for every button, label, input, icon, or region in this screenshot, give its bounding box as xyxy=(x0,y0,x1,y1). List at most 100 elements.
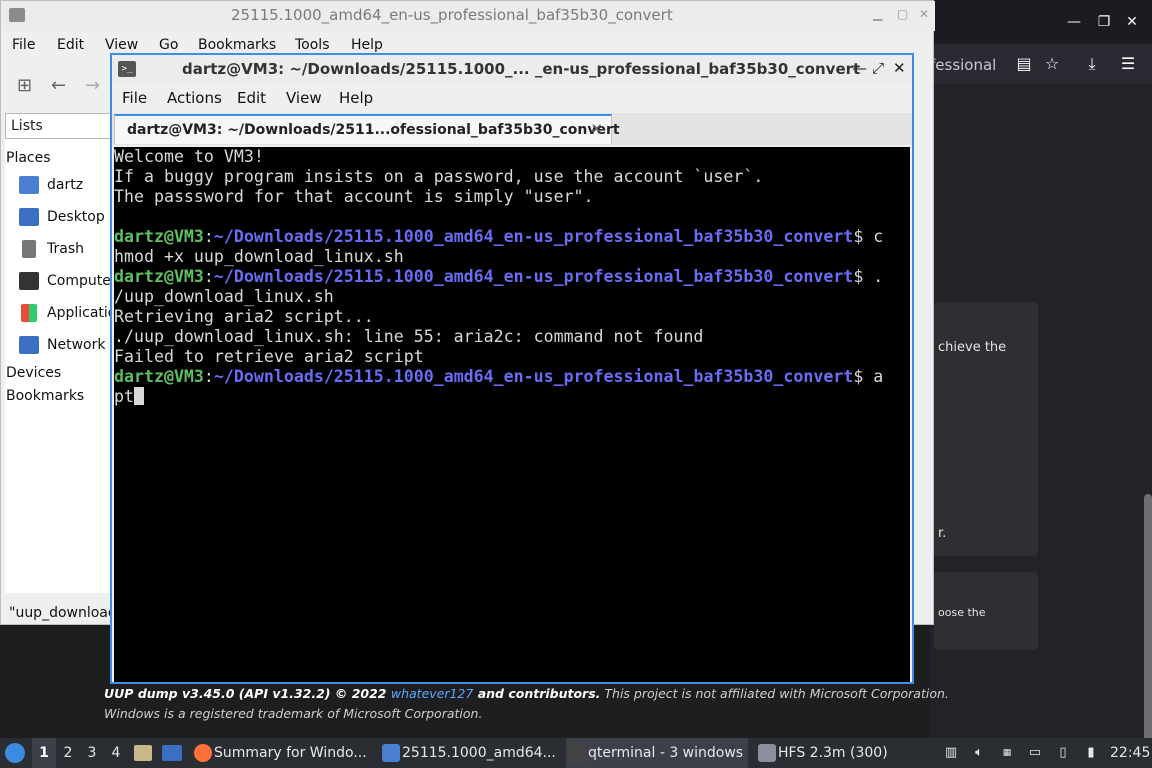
terminal-icon: >_ xyxy=(118,61,136,77)
hfs-icon xyxy=(758,744,776,762)
reader-view-icon[interactable]: ▤ xyxy=(1014,54,1034,74)
sidebar-item-dartz[interactable]: dartz xyxy=(19,176,83,200)
task-qterminal[interactable]: qterminal - 3 windows xyxy=(566,738,748,768)
desktop-icon xyxy=(19,208,39,226)
volume-icon[interactable]: 🔈︎ xyxy=(970,744,988,762)
minimize-icon[interactable]: — xyxy=(1064,12,1084,32)
menu-edit[interactable]: Edit xyxy=(57,37,84,53)
sidebar-item-label: Network xyxy=(47,337,106,353)
sidebar-item-label: Desktop xyxy=(47,209,105,225)
bookmark-star-icon[interactable]: ☆ xyxy=(1042,54,1062,74)
maximize-icon[interactable]: ⤢ xyxy=(872,59,884,77)
workspace-3[interactable]: 3 xyxy=(80,738,104,768)
start-menu-icon[interactable] xyxy=(5,738,27,768)
browser-content: chieve the r. oose the xyxy=(930,84,1152,768)
menu-icon[interactable]: ☰ xyxy=(1118,54,1138,74)
menu-go[interactable]: Go xyxy=(159,37,178,53)
command-text: /uup_download_linux.sh xyxy=(114,287,334,306)
file-manager-sidebar: Lists Places dartz Desktop Trash Compute… xyxy=(5,113,133,593)
workspace-1[interactable]: 1 xyxy=(32,738,56,768)
menu-view[interactable]: View xyxy=(105,37,138,53)
computer-icon xyxy=(19,272,39,290)
motd-line: The passsword for that account is simply… xyxy=(114,187,594,206)
command-text: a xyxy=(863,367,884,386)
prompt-user: dartz@VM3 xyxy=(114,227,204,246)
terminal-tabbar: dartz@VM3: ~/Downloads/2511...ofessional… xyxy=(112,113,912,145)
output-line: Retrieving aria2 script... xyxy=(114,307,374,326)
sidebar-item-trash[interactable]: Trash xyxy=(19,240,84,264)
task-file-manager[interactable]: 25115.1000_amd64... xyxy=(380,738,562,768)
menu-bookmarks[interactable]: Bookmarks xyxy=(198,37,276,53)
tab-label: dartz@VM3: ~/Downloads/2511...ofessional… xyxy=(127,122,620,138)
menu-edit[interactable]: Edit xyxy=(237,89,266,107)
clipboard-icon[interactable]: ▥ xyxy=(942,744,960,762)
forward-arrow-icon[interactable]: → xyxy=(85,75,100,96)
command-text: c xyxy=(863,227,884,246)
menu-file[interactable]: File xyxy=(122,89,147,107)
sidebar-item-computer[interactable]: Computer xyxy=(19,272,117,296)
minimize-icon[interactable]: ▁ xyxy=(873,7,882,21)
terminal-menubar: File Actions Edit View Help xyxy=(112,85,912,111)
firefox-icon xyxy=(194,744,212,762)
content-card: chieve the r. xyxy=(934,302,1038,556)
task-label: qterminal - 3 windows xyxy=(588,745,744,761)
terminal-screen[interactable]: Welcome to VM3! If a buggy program insis… xyxy=(114,147,910,682)
download-icon[interactable]: ⤓ xyxy=(1082,54,1102,74)
menu-help[interactable]: Help xyxy=(351,37,383,53)
new-tab-icon[interactable]: ⊞ xyxy=(17,75,32,96)
disk-indicator-icon[interactable]: ▦ xyxy=(998,744,1016,762)
task-label: HFS 2.3m (300) xyxy=(778,745,888,761)
status-bar-text: "uup_download xyxy=(9,605,117,621)
prompt-path: ~/Downloads/25115.1000_amd64_en-us_profe… xyxy=(213,267,854,286)
terminal-output: Welcome to VM3! If a buggy program insis… xyxy=(114,147,884,406)
maximize-icon[interactable]: ▢ xyxy=(897,7,908,21)
terminal-titlebar: >_ dartz@VM3: ~/Downloads/25115.1000_...… xyxy=(112,55,912,83)
task-firefox[interactable]: Summary for Windo... xyxy=(192,738,374,768)
sidebar-mode-combo[interactable]: Lists xyxy=(5,113,113,139)
terminal-icon xyxy=(568,744,586,762)
terminal-tab[interactable]: dartz@VM3: ~/Downloads/2511...ofessional… xyxy=(114,114,620,144)
command-input: pt xyxy=(114,387,134,406)
card-text: r. xyxy=(938,526,947,541)
notes-icon[interactable]: ▯ xyxy=(1054,744,1072,762)
clock[interactable]: 22:45 xyxy=(1110,738,1150,768)
close-icon[interactable]: ✕ xyxy=(919,7,929,21)
minimize-icon[interactable]: — xyxy=(852,59,867,77)
scrollbar[interactable] xyxy=(1144,494,1152,768)
maximize-icon[interactable]: ❐ xyxy=(1094,12,1114,32)
menu-view[interactable]: View xyxy=(286,89,322,107)
prompt-path: ~/Downloads/25115.1000_amd64_en-us_profe… xyxy=(213,227,854,246)
menu-file[interactable]: File xyxy=(12,37,35,53)
command-text: hmod +x uup_download_linux.sh xyxy=(114,247,404,266)
url-bar[interactable]: fessional xyxy=(930,52,1000,78)
file-manager-launcher-icon[interactable] xyxy=(134,738,154,768)
workspace-2[interactable]: 2 xyxy=(56,738,80,768)
menu-help[interactable]: Help xyxy=(339,89,373,107)
home-folder-icon xyxy=(19,176,39,194)
bookmarks-heading: Bookmarks xyxy=(6,388,85,404)
workspace-4[interactable]: 4 xyxy=(104,738,128,768)
task-label: Summary for Windo... xyxy=(214,745,367,761)
network-tray-icon[interactable]: ▭ xyxy=(1026,744,1044,762)
prompt-user: dartz@VM3 xyxy=(114,367,204,386)
battery-icon[interactable]: ▮ xyxy=(1082,744,1100,762)
back-arrow-icon[interactable]: ← xyxy=(51,75,66,96)
footer-author-link[interactable]: whatever127 xyxy=(391,686,473,701)
sidebar-item-network[interactable]: Network xyxy=(19,336,105,360)
menu-actions[interactable]: Actions xyxy=(167,89,222,107)
sidebar-item-label: Trash xyxy=(47,241,84,257)
places-heading: Places xyxy=(6,150,51,166)
close-icon[interactable]: ✕ xyxy=(1122,12,1142,32)
browser-window: — ❐ ✕ fessional ▤ ☆ ⤓ ☰ chieve the r. oo… xyxy=(930,0,1152,768)
close-icon[interactable]: ✕ xyxy=(893,59,906,77)
menu-tools[interactable]: Tools xyxy=(295,37,330,53)
sidebar-item-desktop[interactable]: Desktop xyxy=(19,208,105,232)
folder-icon xyxy=(382,744,400,762)
show-desktop-icon[interactable] xyxy=(162,738,184,768)
browser-toolbar: fessional ▤ ☆ ⤓ ☰ xyxy=(930,44,1152,84)
task-hfs[interactable]: HFS 2.3m (300) xyxy=(756,738,906,768)
window-title: dartz@VM3: ~/Downloads/25115.1000_... _e… xyxy=(182,60,861,78)
prompt-path: ~/Downloads/25115.1000_amd64_en-us_profe… xyxy=(213,367,854,386)
close-tab-icon[interactable]: ✕ xyxy=(590,120,603,138)
command-text: . xyxy=(863,267,884,286)
